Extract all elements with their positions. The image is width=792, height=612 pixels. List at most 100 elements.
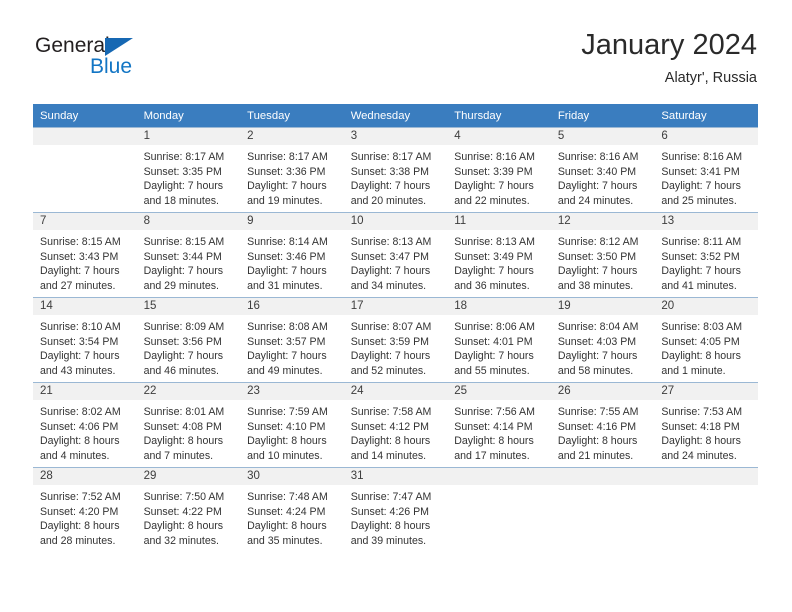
calendar-day-cell[interactable]: 20 Sunrise: 8:03 AM Sunset: 4:05 PM Dayligh… bbox=[654, 297, 758, 383]
day-number: 6 bbox=[654, 128, 758, 145]
calendar-day-cell[interactable]: 19 Sunrise: 8:04 AM Sunset: 4:03 PM Dayligh… bbox=[550, 297, 655, 383]
sunset-line: Sunset: 4:20 PM bbox=[40, 505, 119, 518]
page-subtitle: Alatyr', Russia bbox=[664, 70, 757, 86]
calendar-day-cell[interactable]: 6 Sunrise: 8:16 AM Sunset: 3:41 PM Daylight… bbox=[654, 127, 758, 213]
calendar-day-cell[interactable]: 5 Sunrise: 8:16 AM Sunset: 3:40 PM Daylight… bbox=[550, 127, 655, 213]
sunrise-line: Sunrise: 7:47 AM bbox=[350, 491, 432, 503]
calendar-day-cell[interactable]: 4 Sunrise: 8:16 AM Sunset: 3:39 PM Daylight… bbox=[447, 127, 551, 213]
daylight-line: Daylight: 7 hours bbox=[350, 350, 431, 363]
sunset-line: Sunset: 4:06 PM bbox=[40, 420, 119, 433]
daylight-line: Daylight: 8 hours bbox=[40, 520, 120, 533]
daylight-line-cont: and 41 minutes. bbox=[661, 279, 737, 292]
calendar-day-cell[interactable]: 24 Sunrise: 7:58 AM Sunset: 4:12 PM Dayligh… bbox=[343, 382, 448, 468]
day-number: 15 bbox=[136, 298, 241, 315]
day-number: 7 bbox=[33, 213, 137, 230]
calendar-body: 1 Sunrise: 8:17 AM Sunset: 3:35 PM Daylight… bbox=[33, 127, 758, 552]
daylight-line: Daylight: 7 hours bbox=[557, 265, 638, 278]
daylight-line-cont: and 35 minutes. bbox=[247, 534, 323, 547]
calendar-day-cell[interactable]: 13 Sunrise: 8:11 AM Sunset: 3:52 PM Dayligh… bbox=[654, 212, 758, 298]
calendar-day-cell[interactable]: 8 Sunrise: 8:15 AM Sunset: 3:44 PM Daylight… bbox=[136, 212, 241, 298]
daylight-line: Daylight: 7 hours bbox=[350, 265, 431, 278]
daylight-line: Daylight: 8 hours bbox=[247, 435, 327, 448]
calendar-day-cell[interactable]: 28 Sunrise: 7:52 AM Sunset: 4:20 PM Dayligh… bbox=[33, 467, 137, 552]
day-details: Sunrise: 8:06 AM Sunset: 4:01 PM Daylight:… bbox=[447, 315, 551, 378]
sunset-line: Sunset: 4:14 PM bbox=[454, 420, 533, 433]
sunset-line: Sunset: 3:38 PM bbox=[350, 165, 430, 178]
daylight-line-cont: and 32 minutes. bbox=[143, 534, 219, 547]
calendar-day-cell[interactable]: 9 Sunrise: 8:14 AM Sunset: 3:46 PM Daylight… bbox=[240, 212, 344, 298]
weekday-header-tuesday: Tuesday bbox=[240, 104, 344, 128]
logo-text-blue: Blue bbox=[90, 55, 133, 78]
sunrise-line: Sunrise: 8:13 AM bbox=[350, 236, 432, 248]
calendar-day-cell[interactable]: 10 Sunrise: 8:13 AM Sunset: 3:47 PM Dayligh… bbox=[343, 212, 448, 298]
day-number: 25 bbox=[447, 383, 551, 400]
daylight-line-cont: and 21 minutes. bbox=[557, 449, 634, 462]
calendar-day-cell[interactable]: 26 Sunrise: 7:55 AM Sunset: 4:16 PM Dayligh… bbox=[550, 382, 655, 468]
calendar-day-cell[interactable]: 17 Sunrise: 8:07 AM Sunset: 3:59 PM Dayligh… bbox=[343, 297, 448, 383]
sunrise-line: Sunrise: 8:02 AM bbox=[40, 406, 121, 418]
day-number: 24 bbox=[343, 383, 448, 400]
daylight-line-cont: and 10 minutes. bbox=[247, 449, 323, 462]
daylight-line: Daylight: 8 hours bbox=[143, 435, 224, 448]
calendar-day-cell[interactable]: 1 Sunrise: 8:17 AM Sunset: 3:35 PM Daylight… bbox=[136, 127, 241, 213]
day-number: 8 bbox=[136, 213, 241, 230]
daylight-line: Daylight: 8 hours bbox=[661, 435, 741, 448]
calendar-day-cell[interactable]: 11 Sunrise: 8:13 AM Sunset: 3:49 PM Dayligh… bbox=[447, 212, 551, 298]
daylight-line: Daylight: 7 hours bbox=[350, 180, 431, 193]
day-number: 1 bbox=[136, 128, 241, 145]
calendar-day-cell[interactable]: 31 Sunrise: 7:47 AM Sunset: 4:26 PM Dayligh… bbox=[343, 467, 448, 552]
sunset-line: Sunset: 4:16 PM bbox=[557, 420, 637, 433]
day-number: 29 bbox=[136, 468, 241, 485]
day-number bbox=[33, 128, 137, 145]
calendar-day-cell[interactable]: 18 Sunrise: 8:06 AM Sunset: 4:01 PM Dayligh… bbox=[447, 297, 551, 383]
calendar-day-cell[interactable]: 14 Sunrise: 8:10 AM Sunset: 3:54 PM Dayligh… bbox=[33, 297, 137, 383]
sunset-line: Sunset: 3:36 PM bbox=[247, 165, 326, 178]
daylight-line-cont: and 14 minutes. bbox=[350, 449, 427, 462]
day-details: Sunrise: 8:02 AM Sunset: 4:06 PM Daylight:… bbox=[33, 400, 137, 463]
day-details: Sunrise: 8:08 AM Sunset: 3:57 PM Daylight:… bbox=[240, 315, 344, 378]
day-number: 22 bbox=[136, 383, 241, 400]
calendar-day-cell[interactable]: 21 Sunrise: 8:02 AM Sunset: 4:06 PM Dayligh… bbox=[33, 382, 137, 468]
day-details: Sunrise: 7:53 AM Sunset: 4:18 PM Daylight:… bbox=[654, 400, 758, 463]
calendar-day-cell[interactable]: 25 Sunrise: 7:56 AM Sunset: 4:14 PM Dayligh… bbox=[447, 382, 551, 468]
daylight-line-cont: and 24 minutes. bbox=[661, 449, 737, 462]
calendar-day-cell[interactable]: 7 Sunrise: 8:15 AM Sunset: 3:43 PM Daylight… bbox=[33, 212, 137, 298]
calendar-day-cell[interactable]: 23 Sunrise: 7:59 AM Sunset: 4:10 PM Dayligh… bbox=[240, 382, 344, 468]
day-details: Sunrise: 8:15 AM Sunset: 3:43 PM Daylight:… bbox=[33, 230, 137, 293]
calendar-day-cell[interactable]: 27 Sunrise: 7:53 AM Sunset: 4:18 PM Dayligh… bbox=[654, 382, 758, 468]
day-number: 20 bbox=[654, 298, 758, 315]
day-details: Sunrise: 8:11 AM Sunset: 3:52 PM Daylight:… bbox=[654, 230, 758, 293]
daylight-line-cont: and 4 minutes. bbox=[40, 449, 110, 462]
calendar-day-cell[interactable]: 22 Sunrise: 8:01 AM Sunset: 4:08 PM Dayligh… bbox=[136, 382, 241, 468]
day-number: 27 bbox=[654, 383, 758, 400]
sunset-line: Sunset: 3:41 PM bbox=[661, 165, 740, 178]
sunset-line: Sunset: 3:50 PM bbox=[557, 250, 637, 263]
calendar-day-cell[interactable]: 30 Sunrise: 7:48 AM Sunset: 4:24 PM Dayligh… bbox=[240, 467, 344, 552]
calendar-day-cell[interactable]: 3 Sunrise: 8:17 AM Sunset: 3:38 PM Daylight… bbox=[343, 127, 448, 213]
day-details: Sunrise: 7:47 AM Sunset: 4:26 PM Daylight:… bbox=[344, 485, 448, 548]
daylight-line: Daylight: 8 hours bbox=[454, 435, 534, 448]
calendar-day-cell[interactable]: 15 Sunrise: 8:09 AM Sunset: 3:56 PM Dayligh… bbox=[136, 297, 241, 383]
sunrise-line: Sunrise: 8:17 AM bbox=[350, 151, 432, 163]
page-title: January 2024 bbox=[581, 29, 757, 61]
daylight-line: Daylight: 7 hours bbox=[454, 265, 534, 278]
calendar-day-cell[interactable]: 16 Sunrise: 8:08 AM Sunset: 3:57 PM Dayligh… bbox=[240, 297, 344, 383]
day-details: Sunrise: 8:10 AM Sunset: 3:54 PM Daylight:… bbox=[33, 315, 137, 378]
calendar-day-cell[interactable]: 2 Sunrise: 8:17 AM Sunset: 3:36 PM Daylight… bbox=[240, 127, 344, 213]
day-number: 19 bbox=[550, 298, 655, 315]
calendar-day-cell[interactable]: 12 Sunrise: 8:12 AM Sunset: 3:50 PM Dayligh… bbox=[550, 212, 655, 298]
day-details: Sunrise: 8:04 AM Sunset: 4:03 PM Daylight:… bbox=[551, 315, 655, 378]
day-number: 5 bbox=[550, 128, 655, 145]
daylight-line-cont: and 19 minutes. bbox=[247, 194, 323, 207]
weekday-header-friday: Friday bbox=[550, 104, 655, 128]
calendar-day-cell[interactable]: 29 Sunrise: 7:50 AM Sunset: 4:22 PM Dayligh… bbox=[136, 467, 241, 552]
day-details: Sunrise: 8:09 AM Sunset: 3:56 PM Daylight:… bbox=[137, 315, 241, 378]
general-blue-logo: General Blue bbox=[33, 32, 233, 88]
sunset-line: Sunset: 4:03 PM bbox=[557, 335, 637, 348]
sunset-line: Sunset: 3:49 PM bbox=[454, 250, 533, 263]
calendar-week-row: 7 Sunrise: 8:15 AM Sunset: 3:43 PM Daylight… bbox=[33, 212, 758, 298]
weekday-header-monday: Monday bbox=[136, 104, 241, 128]
day-number: 10 bbox=[343, 213, 448, 230]
sunrise-line: Sunrise: 7:59 AM bbox=[247, 406, 328, 418]
daylight-line-cont: and 17 minutes. bbox=[454, 449, 530, 462]
